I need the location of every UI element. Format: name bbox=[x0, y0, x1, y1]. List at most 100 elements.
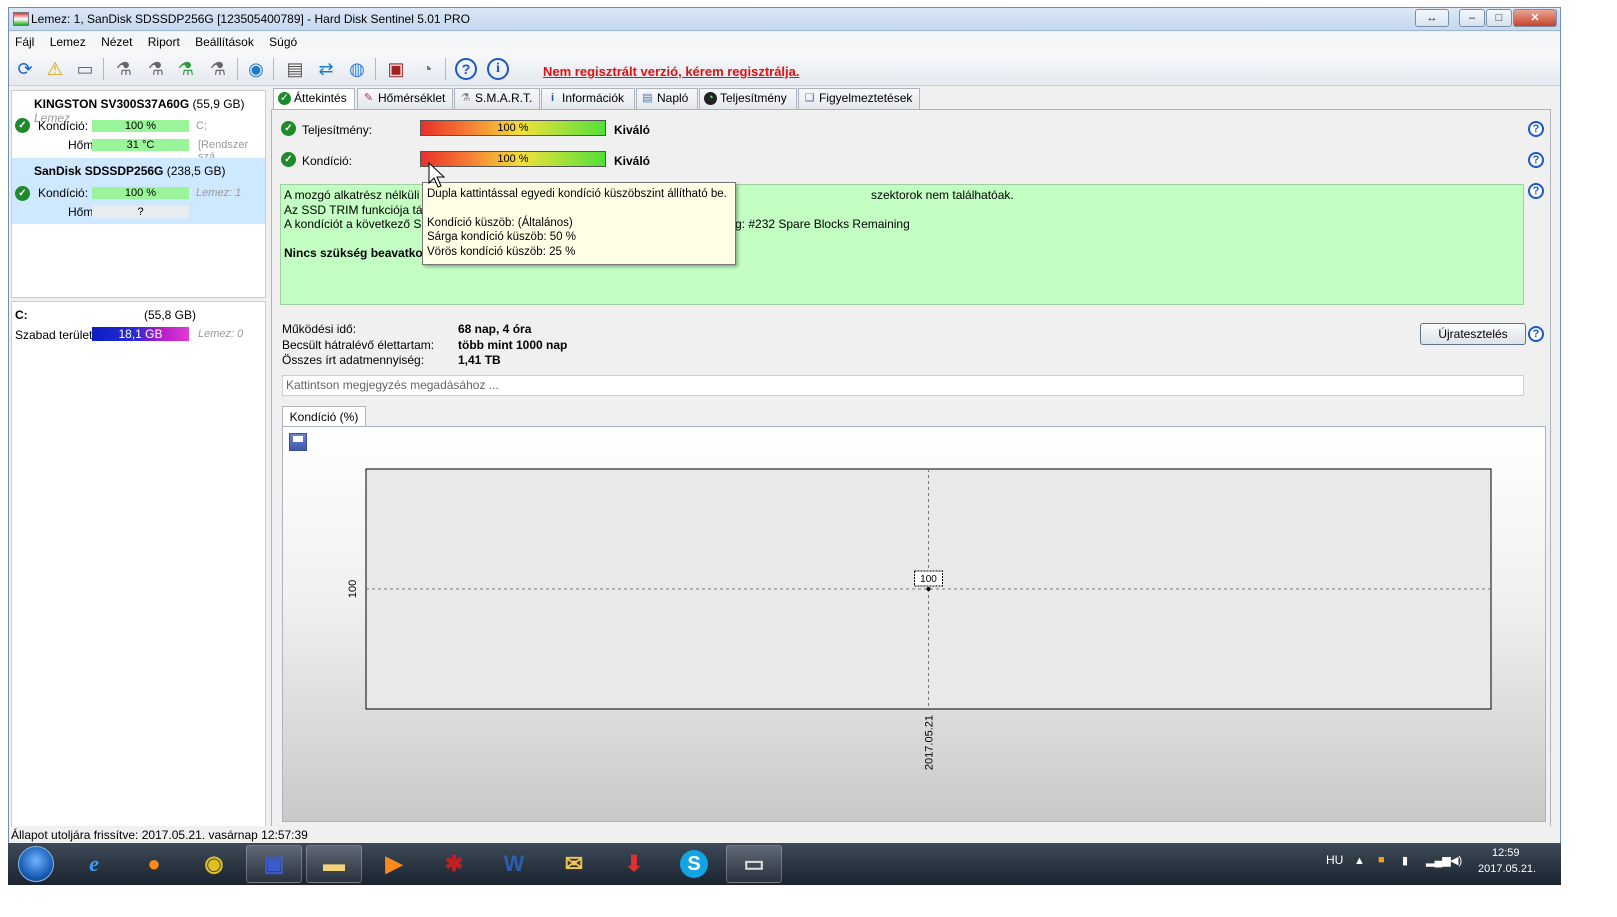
tooltip-line: Sárga kondíció küszöb: 50 % bbox=[427, 231, 576, 243]
separator bbox=[237, 58, 238, 80]
restore-size-button[interactable]: ↔ bbox=[1415, 9, 1449, 27]
maximize-button[interactable]: □ bbox=[1486, 9, 1512, 27]
disk-item-kingston[interactable]: KINGSTON SV300S37A60G (55,9 GB) Lemez ✓ … bbox=[12, 91, 265, 163]
tab-performance[interactable]: ◔ Teljesítmény bbox=[699, 88, 797, 109]
sound-icon[interactable]: ◔ bbox=[414, 56, 440, 82]
tooltip-line: Dupla kattintással egyedi kondíció küszö… bbox=[427, 188, 727, 200]
lifetime-value: több mint 1000 nap bbox=[458, 338, 568, 352]
tab-smart[interactable]: ⚗ S.M.A.R.T. bbox=[454, 88, 540, 109]
start-button[interactable] bbox=[18, 846, 54, 882]
toolbar: ⟳ ⚠ ▭ ⚗ ⚗ ⚗ ⚗ ◉ ▤ ⇄ ◍ ▣ ◔ ? i Nem regisz… bbox=[9, 52, 1560, 86]
temp-bar: ? bbox=[92, 206, 189, 218]
outlook-icon[interactable]: ✉ bbox=[546, 845, 602, 883]
uptime-label: Működési idő: bbox=[282, 322, 357, 336]
condition-meter[interactable]: 100 % bbox=[420, 151, 606, 167]
condition-label: Kondíció: bbox=[38, 186, 89, 200]
retest-button[interactable]: Újratesztelés bbox=[1420, 323, 1526, 345]
clock-time[interactable]: 12:59 bbox=[1492, 847, 1520, 859]
clock-date[interactable]: 2017.05.21. bbox=[1478, 863, 1536, 875]
help-icon[interactable]: ? bbox=[453, 56, 479, 82]
help-icon[interactable]: ? bbox=[1528, 152, 1544, 168]
refresh-icon[interactable]: ⟳ bbox=[12, 56, 38, 82]
volume-size: (55,8 GB) bbox=[144, 308, 197, 322]
gauge-icon: ◔ bbox=[704, 92, 717, 105]
ok-icon: ✓ bbox=[15, 186, 30, 201]
mouse-cursor-icon bbox=[428, 162, 446, 188]
tab-temperature[interactable]: ✎ Hőmérséklet bbox=[357, 88, 453, 109]
disk-list: KINGSTON SV300S37A60G (55,9 GB) Lemez ✓ … bbox=[11, 90, 266, 298]
network-icon[interactable]: ◍ bbox=[344, 56, 370, 82]
alert-icon[interactable]: ⚠ bbox=[42, 56, 68, 82]
y-tick-label: 100 bbox=[347, 580, 359, 598]
info-icon[interactable]: i bbox=[485, 56, 511, 82]
help-icon[interactable]: ? bbox=[1528, 121, 1544, 137]
separator bbox=[273, 58, 274, 80]
floppy-icon[interactable]: ▣ bbox=[246, 845, 302, 883]
lifetime-label: Becsült hátralévő élettartam: bbox=[282, 338, 435, 352]
test4-icon[interactable]: ⚗ bbox=[205, 56, 231, 82]
report-icon[interactable]: ▤ bbox=[282, 56, 308, 82]
drive-letter: C; bbox=[196, 120, 207, 132]
skype-icon[interactable]: S bbox=[666, 845, 722, 883]
free-space-label: Szabad terület bbox=[15, 328, 93, 342]
tab-alerts[interactable]: ❏ Figyelmeztetések bbox=[798, 88, 920, 109]
minimize-button[interactable]: – bbox=[1459, 9, 1485, 27]
help-icon[interactable]: ? bbox=[1528, 183, 1544, 199]
test2-icon[interactable]: ⚗ bbox=[143, 56, 169, 82]
help-icon[interactable]: ? bbox=[1528, 326, 1544, 342]
battery-icon[interactable]: ▮ bbox=[1402, 854, 1408, 867]
close-button[interactable]: ✕ bbox=[1513, 9, 1557, 27]
disk-item-sandisk[interactable]: SanDisk SDSSDP256G (238,5 GB) ✓ Kondíció… bbox=[12, 158, 265, 224]
ok-icon: ✓ bbox=[15, 118, 30, 133]
tab-overview[interactable]: ✓ Áttekintés bbox=[273, 88, 355, 110]
separator bbox=[375, 58, 376, 80]
log-icon: ▤ bbox=[642, 92, 653, 104]
chrome-icon[interactable]: ◉ bbox=[186, 845, 242, 883]
condition-bar: 100 % bbox=[92, 120, 189, 132]
tray-app-icon[interactable]: ■ bbox=[1378, 854, 1385, 866]
menu-help[interactable]: Súgó bbox=[263, 32, 303, 52]
globe-icon[interactable]: ◉ bbox=[243, 56, 269, 82]
test-icon[interactable]: ⚗ bbox=[111, 56, 137, 82]
menu-file[interactable]: Fájl bbox=[9, 32, 40, 52]
download-icon[interactable]: ⬇ bbox=[606, 845, 662, 883]
hds-icon[interactable]: ▭ bbox=[726, 845, 782, 883]
tab-condition-chart[interactable]: Kondíció (%) bbox=[282, 406, 366, 427]
app-icon bbox=[13, 12, 29, 26]
condition-bar: 100 % bbox=[92, 187, 189, 199]
test-ok-icon[interactable]: ⚗ bbox=[173, 56, 199, 82]
ie-icon[interactable]: e bbox=[66, 845, 122, 883]
word-icon[interactable]: W bbox=[486, 845, 542, 883]
separator bbox=[103, 58, 104, 80]
temp-bar: 31 °C bbox=[92, 139, 189, 151]
performance-meter[interactable]: 100 % bbox=[420, 120, 606, 136]
menu-bar: Fájl Lemez Nézet Riport Beállítások Súgó bbox=[9, 32, 1560, 52]
menu-settings[interactable]: Beállítások bbox=[189, 32, 260, 52]
menu-report[interactable]: Riport bbox=[142, 32, 186, 52]
note-input[interactable]: Kattintson megjegyzés megadásához ... bbox=[282, 375, 1524, 396]
menu-disk[interactable]: Lemez bbox=[44, 32, 92, 52]
firefox-icon[interactable]: ● bbox=[126, 845, 182, 883]
menu-view[interactable]: Nézet bbox=[95, 32, 138, 52]
tray-expand-icon[interactable]: ▲ bbox=[1354, 855, 1365, 867]
media-icon[interactable]: ▶ bbox=[366, 845, 422, 883]
ok-icon: ✓ bbox=[281, 121, 296, 136]
signal-icon[interactable]: ▂▄▆ bbox=[1426, 854, 1451, 867]
tab-log[interactable]: ▤ Napló bbox=[636, 88, 698, 109]
volume-icon[interactable]: ◀) bbox=[1450, 854, 1462, 867]
disk-name: SanDisk SDSSDP256G (238,5 GB) bbox=[34, 164, 226, 178]
explorer-icon[interactable]: ▬ bbox=[306, 845, 362, 883]
condition-rating: Kiváló bbox=[614, 154, 651, 168]
settings-icon[interactable]: ▣ bbox=[383, 56, 409, 82]
tab-information[interactable]: i Információk bbox=[541, 88, 635, 109]
language-indicator[interactable]: HU bbox=[1326, 853, 1343, 867]
ant-icon[interactable]: ✱ bbox=[426, 845, 482, 883]
condition-chart: 100 2017.05.21 100 bbox=[347, 468, 1492, 770]
written-value: 1,41 TB bbox=[458, 353, 501, 367]
unregistered-link[interactable]: Nem regisztrált verzió, kérem regisztrál… bbox=[543, 64, 800, 79]
tooltip-line: Kondíció küszöb: (Általános) bbox=[427, 216, 573, 229]
sync-icon[interactable]: ⇄ bbox=[313, 56, 339, 82]
disk-icon[interactable]: ▭ bbox=[72, 56, 98, 82]
performance-rating: Kiváló bbox=[614, 123, 651, 137]
left-pane: KINGSTON SV300S37A60G (55,9 GB) Lemez ✓ … bbox=[9, 88, 267, 828]
